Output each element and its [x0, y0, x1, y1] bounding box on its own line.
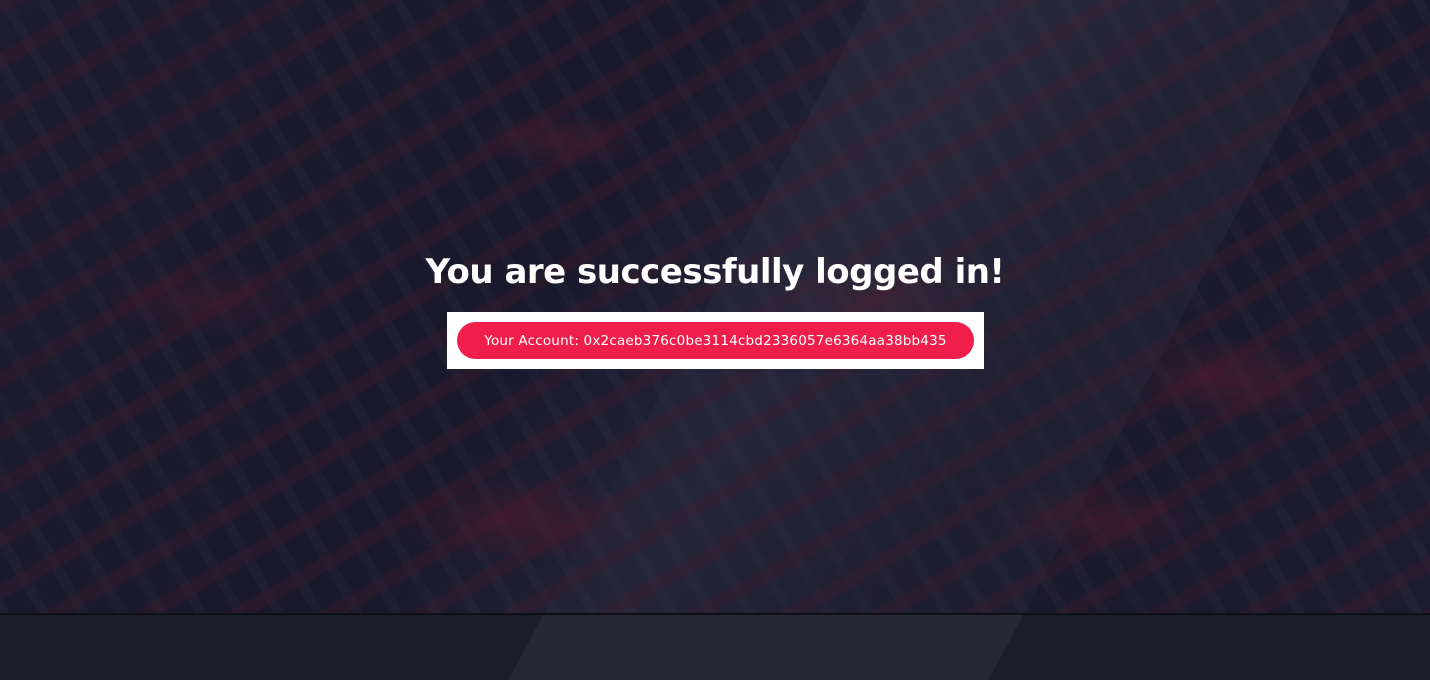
page-title: You are successfully logged in!	[425, 252, 1005, 292]
account-button[interactable]: Your Account: 0x2caeb376c0be3114cbd23360…	[457, 322, 974, 359]
account-box: Your Account: 0x2caeb376c0be3114cbd23360…	[447, 312, 984, 369]
hero-content: You are successfully logged in! Your Acc…	[0, 0, 1430, 615]
